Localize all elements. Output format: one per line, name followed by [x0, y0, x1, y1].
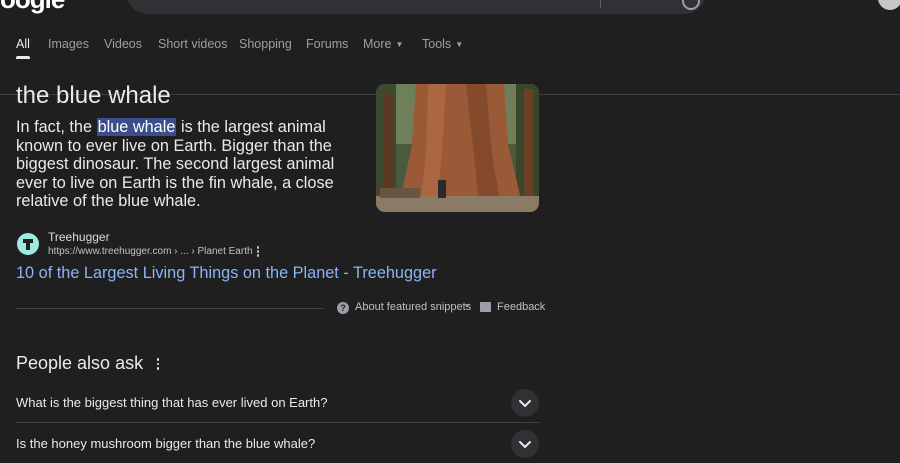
snippet-text-before: In fact, the [16, 118, 97, 136]
snippet-highlight: blue whale [96, 118, 177, 136]
favicon-treehugger[interactable] [17, 233, 39, 255]
tab-tools-label: Tools [422, 37, 452, 51]
feedback-icon[interactable] [480, 302, 491, 312]
tab-images[interactable]: Images [48, 37, 89, 51]
more-vert-icon[interactable] [254, 246, 262, 258]
tab-tools[interactable]: Tools ▼ [422, 37, 463, 51]
giant-sequoia-image [376, 84, 539, 212]
tab-videos[interactable]: Videos [104, 37, 142, 51]
featured-snippet-answer: the blue whale [16, 82, 171, 109]
source-name[interactable]: Treehugger [48, 230, 110, 244]
tab-more[interactable]: More ▼ [363, 37, 403, 51]
treehugger-logo-icon [23, 239, 33, 250]
search-tabs: All Images Videos Short videos Shopping … [0, 34, 900, 95]
tab-short-videos[interactable]: Short videos [158, 37, 227, 51]
search-box[interactable] [126, 0, 706, 14]
chevron-down-icon[interactable] [511, 430, 539, 458]
result-title-link[interactable]: 10 of the Largest Living Things on the P… [16, 264, 437, 283]
tab-forums[interactable]: Forums [306, 37, 348, 51]
avatar[interactable] [878, 0, 900, 10]
tab-more-label: More [363, 37, 392, 51]
people-also-ask-title: People also ask [16, 353, 144, 373]
tab-all[interactable]: All [16, 37, 30, 51]
question-text: Is the honey mushroom bigger than the bl… [16, 436, 316, 451]
snippet-thumbnail-image[interactable] [376, 84, 539, 212]
feedback-link[interactable]: Feedback [497, 301, 545, 313]
help-icon[interactable]: ? [337, 302, 349, 314]
question-row[interactable]: What is the biggest thing that has ever … [16, 382, 540, 422]
dot-separator: • [465, 300, 469, 312]
question-row[interactable]: Is the honey mushroom bigger than the bl… [16, 423, 540, 463]
snippet-divider [16, 308, 324, 309]
tab-shopping[interactable]: Shopping [239, 37, 292, 51]
caret-down-icon: ▼ [395, 40, 404, 49]
search-box-separator [600, 0, 601, 8]
about-featured-snippets-link[interactable]: About featured snippets [355, 301, 471, 313]
active-tab-indicator [16, 56, 30, 59]
chevron-down-icon[interactable] [511, 389, 539, 417]
top-bar: oogle [0, 0, 900, 26]
featured-snippet-text: In fact, the blue whale is the largest a… [16, 118, 361, 211]
apps-icon[interactable] [848, 0, 862, 2]
question-text: What is the biggest thing that has ever … [16, 395, 328, 410]
caret-down-icon: ▼ [455, 40, 464, 49]
more-vert-icon[interactable] [156, 358, 160, 372]
google-logo[interactable]: oogle [0, 0, 65, 15]
source-url[interactable]: https://www.treehugger.com › ... › Plane… [48, 246, 253, 257]
